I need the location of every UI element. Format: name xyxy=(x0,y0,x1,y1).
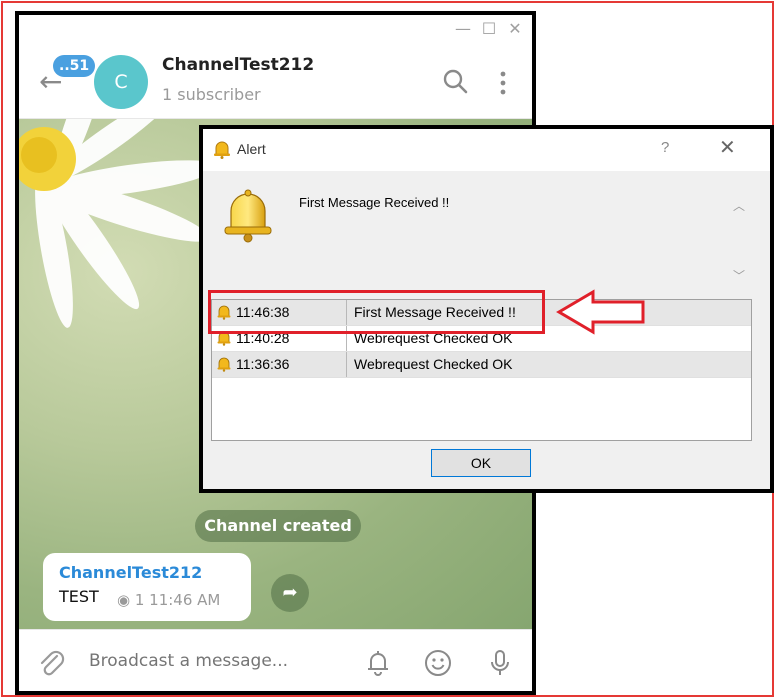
message-input-bar xyxy=(19,629,532,691)
message-bubble[interactable]: ChannelTest212 TEST ◉ 1 11:46 AM xyxy=(43,553,251,621)
service-message: Channel created xyxy=(195,510,361,542)
search-icon[interactable] xyxy=(441,67,469,95)
message-text: TEST xyxy=(59,587,99,606)
channel-name[interactable]: ChannelTest212 xyxy=(162,55,314,75)
close-icon[interactable]: ✕ xyxy=(503,18,527,40)
maximize-icon[interactable]: ☐ xyxy=(477,18,501,40)
screenshot-page: — ☐ ✕ ← ..51 C ChannelTest212 1 subscrib… xyxy=(0,0,775,698)
highlight-arrow-icon xyxy=(556,289,645,335)
row-bell-icon xyxy=(217,357,231,372)
dialog-title: Alert xyxy=(237,141,266,157)
scroll-up-icon[interactable]: ︿ xyxy=(733,197,745,214)
close-icon[interactable]: ✕ xyxy=(719,135,736,160)
dialog-titlebar: Alert ? ✕ xyxy=(203,129,770,171)
avatar[interactable]: C xyxy=(94,55,148,109)
more-icon[interactable] xyxy=(497,69,509,97)
list-item[interactable]: 11:36:36 Webrequest Checked OK xyxy=(212,352,751,378)
message-input[interactable] xyxy=(89,651,339,671)
emoji-icon[interactable] xyxy=(423,648,453,678)
attach-icon[interactable] xyxy=(37,648,65,678)
unread-badge: ..51 xyxy=(53,55,96,77)
subscriber-count: 1 subscriber xyxy=(162,85,261,104)
microphone-icon[interactable] xyxy=(485,648,515,678)
window-titlebar: — ☐ ✕ xyxy=(19,15,532,45)
alert-bell-icon xyxy=(224,189,272,243)
ok-button[interactable]: OK xyxy=(431,449,531,477)
column-divider xyxy=(346,352,347,377)
highlight-box xyxy=(208,290,545,334)
row-time: 11:36:36 xyxy=(236,356,290,372)
minimize-icon[interactable]: — xyxy=(451,18,475,40)
bell-icon[interactable] xyxy=(363,648,393,678)
help-icon[interactable]: ? xyxy=(661,139,669,156)
message-meta: ◉ 1 11:46 AM xyxy=(117,591,221,609)
chat-header: ← ..51 C ChannelTest212 1 subscriber xyxy=(19,45,532,119)
message-author[interactable]: ChannelTest212 xyxy=(59,563,202,582)
alert-message: First Message Received !! xyxy=(299,195,450,210)
message-scrollbar[interactable]: ︿ ﹀ xyxy=(729,189,751,289)
forward-icon[interactable]: ➦ xyxy=(271,574,309,612)
alert-bell-icon xyxy=(214,141,230,159)
scroll-down-icon[interactable]: ﹀ xyxy=(733,267,745,284)
row-text: Webrequest Checked OK xyxy=(354,356,513,372)
